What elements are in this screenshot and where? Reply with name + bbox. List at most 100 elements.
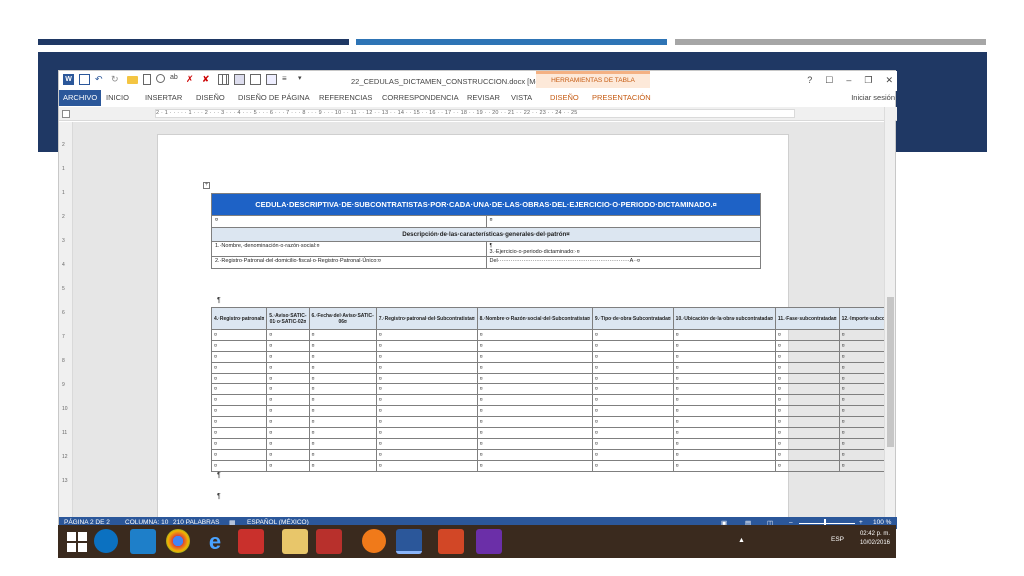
table-cell[interactable]: ¤ <box>375 427 478 439</box>
table-cell[interactable]: ¤ <box>308 437 377 450</box>
table-cell[interactable]: ¤ <box>672 329 776 341</box>
table-cell[interactable]: ¤ <box>591 394 674 407</box>
table-cell[interactable]: ¤ <box>672 448 776 461</box>
table-cell[interactable]: ¤ <box>266 329 310 341</box>
table-cell[interactable]: ¤ <box>308 394 377 407</box>
table-cell[interactable]: ¤ <box>672 437 776 450</box>
table-cell[interactable]: ¤ <box>838 383 886 396</box>
field-registro-patronal[interactable]: 2.·Registro·Patronal·del·domicilio·fisca… <box>211 256 487 269</box>
table-cell[interactable]: ¤ <box>476 416 593 429</box>
tab-inicio[interactable]: INICIO <box>106 93 129 102</box>
firefox-icon[interactable] <box>362 529 386 553</box>
minimize-button[interactable]: – <box>846 75 851 86</box>
table-cell[interactable]: ¤ <box>838 350 886 363</box>
table-cell[interactable]: ¤ <box>210 405 268 418</box>
tab-diseno-pagina[interactable]: DISEÑO DE PÁGINA <box>238 93 310 102</box>
ribbon-display-button[interactable]: ☐ <box>825 75 833 86</box>
column-header[interactable]: 11.·Fase·subcontratada¤ <box>774 307 840 330</box>
table-cell[interactable]: ¤ <box>210 459 268 472</box>
table-cell[interactable]: ¤ <box>266 394 310 407</box>
table-cell[interactable]: ¤ <box>476 405 593 418</box>
table-cell[interactable]: ¤ <box>838 394 886 407</box>
open-folder-icon[interactable] <box>127 76 138 84</box>
table-cell[interactable]: ¤ <box>672 416 776 429</box>
table-cell[interactable]: ¤ <box>308 405 377 418</box>
table-cell[interactable]: ¤ <box>774 427 840 439</box>
column-header[interactable]: 9.·Tipo·de·obra·Subcontratada¤ <box>591 307 674 330</box>
table-cell[interactable]: ¤ <box>774 405 840 418</box>
table-cell[interactable]: ¤ <box>591 372 674 385</box>
table-cell[interactable]: ¤ <box>375 416 478 429</box>
table-cell[interactable]: ¤ <box>308 339 377 352</box>
table-cell[interactable]: ¤ <box>774 372 840 385</box>
table-cell[interactable]: ¤ <box>672 427 776 439</box>
table-cell[interactable]: ¤ <box>476 459 593 472</box>
table-cell[interactable]: ¤ <box>375 394 478 407</box>
column-header[interactable]: 8.·Nombre·o·Razón·social·del·Subcontrati… <box>476 307 593 330</box>
print-preview-icon[interactable] <box>156 74 165 83</box>
table-cell[interactable]: ¤ <box>774 394 840 407</box>
table-cell[interactable]: ¤ <box>672 372 776 385</box>
table-cell[interactable]: ¤ <box>375 383 478 396</box>
new-document-icon[interactable] <box>143 74 151 85</box>
table-cell[interactable]: ¤ <box>476 427 593 439</box>
help-button[interactable]: ? <box>807 75 812 86</box>
table-cell[interactable]: ¤ <box>591 459 674 472</box>
table-cell[interactable]: ¤ <box>266 350 310 363</box>
table-cell[interactable]: ¤ <box>308 427 377 439</box>
tab-archivo[interactable]: ARCHIVO <box>59 90 102 106</box>
table-cell[interactable]: ¤ <box>210 437 268 450</box>
save-icon[interactable] <box>79 74 90 85</box>
table-cell[interactable]: ¤ <box>375 350 478 363</box>
column-header[interactable]: 6.·Fecha·del·Aviso·SATIC-06¤ <box>308 307 377 330</box>
table-cell[interactable]: ¤ <box>210 427 268 439</box>
table-cell[interactable]: ¤ <box>838 427 886 439</box>
table-cell[interactable]: ¤ <box>774 416 840 429</box>
table-cell[interactable]: ¤ <box>210 394 268 407</box>
table-cell[interactable]: ¤ <box>476 339 593 352</box>
table-cell[interactable]: ¤ <box>375 361 478 374</box>
zoom-slider[interactable] <box>799 523 855 524</box>
table-cell[interactable]: ¤ <box>308 416 377 429</box>
table-cell[interactable]: ¤ <box>210 372 268 385</box>
insert-columns-icon[interactable] <box>250 74 261 85</box>
table-cell[interactable]: ¤ <box>210 329 268 341</box>
table-cell[interactable]: ¤ <box>672 405 776 418</box>
media-player-icon[interactable] <box>130 529 156 554</box>
column-header[interactable]: 12.·Importe·subcontratado¤ <box>838 307 886 330</box>
word-taskbar-icon[interactable] <box>396 529 422 554</box>
table-cell[interactable]: ¤ <box>591 437 674 450</box>
table-cell[interactable]: ¤ <box>266 361 310 374</box>
table-cell[interactable]: ¤ <box>308 372 377 385</box>
table-cell[interactable]: ¤ <box>591 339 674 352</box>
delete-column-icon[interactable]: ✘ <box>202 74 213 85</box>
table-cell[interactable]: ¤ <box>591 448 674 461</box>
table-cell[interactable]: ¤ <box>266 448 310 461</box>
table-cell[interactable]: ¤ <box>375 459 478 472</box>
table-cell[interactable]: ¤ <box>308 383 377 396</box>
table-cell[interactable]: ¤ <box>672 339 776 352</box>
table-cell[interactable]: ¤ <box>266 383 310 396</box>
table-cell[interactable]: ¤ <box>266 437 310 450</box>
horizontal-ruler[interactable]: 2 · 1 · · · · · 1 · · · 2 · · · 3 · · · … <box>59 107 897 121</box>
restore-button[interactable]: ❐ <box>864 75 872 86</box>
table-cell[interactable]: ¤ <box>838 339 886 352</box>
table-cell[interactable]: ¤ <box>476 361 593 374</box>
tab-revisar[interactable]: REVISAR <box>467 93 500 102</box>
table-cell[interactable]: ¤ <box>774 448 840 461</box>
table-move-handle-icon[interactable]: + <box>203 182 210 189</box>
field-periodo[interactable]: Del·····································… <box>485 256 761 269</box>
table-cell[interactable]: ¤ <box>375 372 478 385</box>
delete-table-icon[interactable]: ✗ <box>186 74 197 85</box>
table-cell[interactable]: ¤ <box>266 427 310 439</box>
winrar-icon[interactable] <box>476 529 502 554</box>
sign-in-link[interactable]: Iniciar sesión <box>851 93 895 102</box>
column-header[interactable]: 4.·Registro·patronal¤ <box>210 307 268 330</box>
table-cell[interactable]: ¤ <box>266 405 310 418</box>
table-cell[interactable]: ¤ <box>375 405 478 418</box>
table-cell[interactable]: ¤ <box>838 405 886 418</box>
table-cell[interactable]: ¤ <box>672 361 776 374</box>
table-cell[interactable]: ¤ <box>210 448 268 461</box>
chrome-icon[interactable] <box>166 529 190 553</box>
tab-table-diseno[interactable]: DISEÑO <box>550 93 579 102</box>
